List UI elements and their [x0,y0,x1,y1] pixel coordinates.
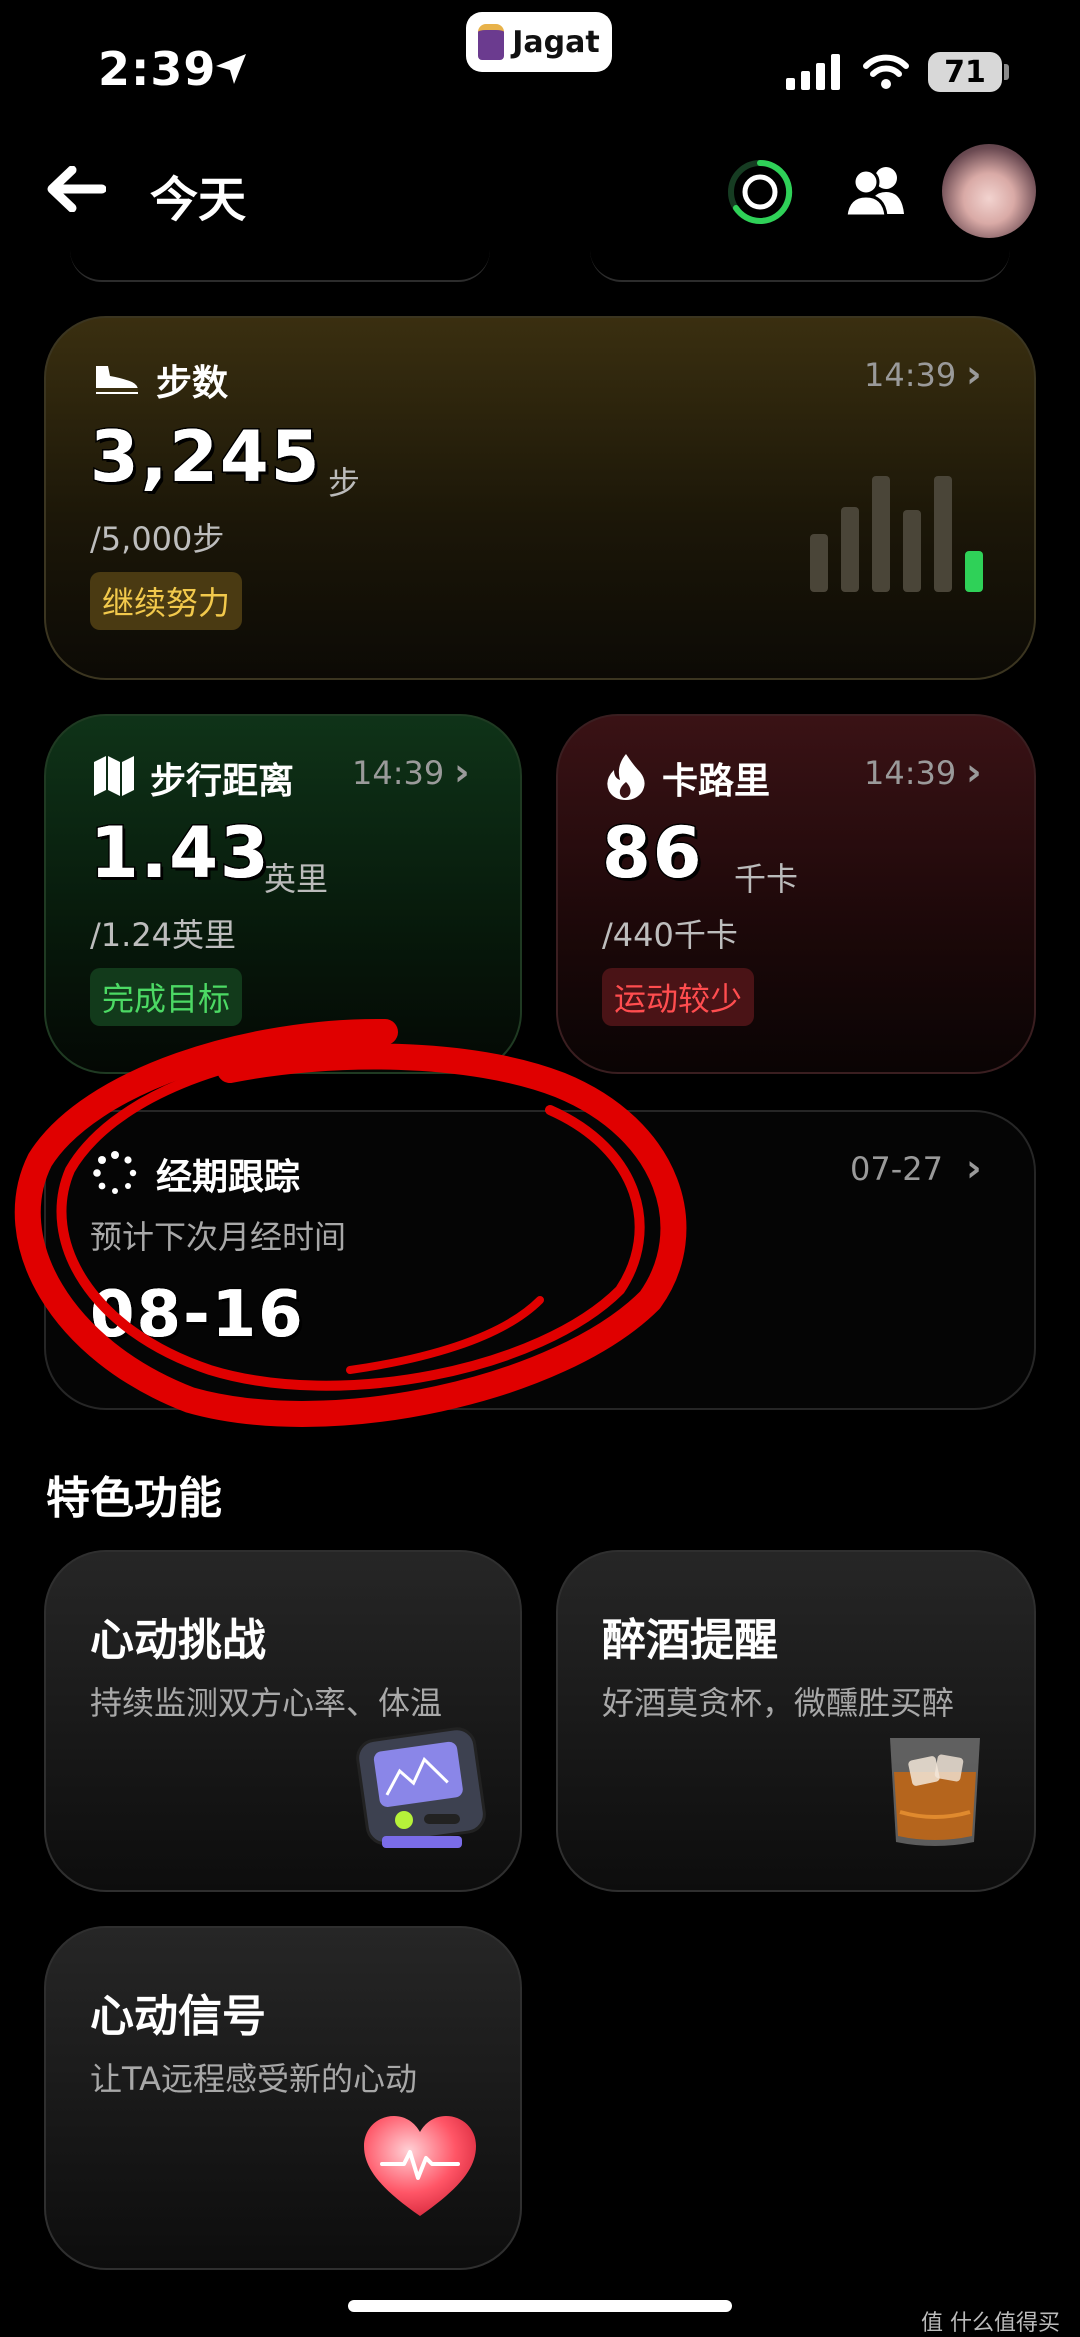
battery-tip [1004,64,1009,80]
period-date: 07-27 [850,1150,943,1188]
previous-card-edge-left [70,250,490,282]
page-title: 今天 [150,172,247,228]
feature-title: 心动挑战 [90,1615,266,1666]
steps-mini-chart [810,468,1010,592]
distance-value: 1.43 [89,811,271,896]
previous-card-edge-right [590,250,1010,282]
chevron-right-icon: › [966,750,982,794]
feature-card-drinking-reminder[interactable]: 醉酒提醒 好酒莫贪杯，微醺胜买醉 [556,1550,1036,1892]
app-pill-label: Jagat [512,24,600,60]
feature-subtitle: 让TA远程感受新的心动 [90,2060,417,2098]
distance-unit: 英里 [264,860,329,898]
steps-status-badge: 继续努力 [90,572,243,630]
calories-unit: 千卡 [734,860,799,898]
home-indicator[interactable] [348,2300,732,2312]
steps-unit: 步 [328,464,361,502]
steps-bar [872,476,890,592]
steps-bar [810,534,828,592]
sneaker-icon [96,366,138,394]
heart-pulse-icon [364,2116,476,2216]
distance-goal: /1.24英里 [90,916,237,954]
feature-title: 心动信号 [90,1991,266,2042]
flame-icon [607,754,645,800]
watermark: 值 什么值得买 [921,2311,1060,2336]
steps-bar [841,507,859,592]
steps-bar [965,551,983,592]
monitor-device-icon [356,1727,486,1848]
calories-label: 卡路里 [662,761,771,802]
feature-subtitle: 好酒莫贪杯，微醺胜买醉 [602,1684,955,1722]
steps-goal: /5,000步 [90,520,225,558]
avatar[interactable] [942,144,1036,238]
chevron-right-icon: › [454,750,470,794]
location-arrow-icon [216,54,246,84]
chevron-right-icon: › [966,1146,982,1190]
calories-value: 86 [600,811,704,896]
calories-goal: /440千卡 [602,916,738,954]
steps-label: 步数 [156,363,229,404]
back-arrow-icon[interactable] [46,166,106,212]
steps-bar [903,510,921,592]
steps-time: 14:39 [864,356,957,394]
app-pill[interactable]: Jagat [466,12,612,72]
feature-card-heartbeat-challenge[interactable]: 心动挑战 持续监测双方心率、体温 [44,1550,522,1892]
battery-indicator: 71 [928,52,1002,92]
distance-label: 步行距离 [150,761,295,802]
map-icon [94,756,134,796]
jagat-logo-icon [478,24,505,60]
features-section-title: 特色功能 [46,1473,222,1524]
friends-icon[interactable] [846,164,906,216]
feature-subtitle: 持续监测双方心率、体温 [90,1684,443,1722]
cellular-signal-icon [786,54,840,90]
steps-bar [934,476,952,592]
feature-card-heartbeat-signal[interactable]: 心动信号 让TA远程感受新的心动 [44,1926,522,2270]
activity-ring-icon[interactable] [726,158,794,226]
whiskey-glass-icon [890,1738,980,1846]
steps-card[interactable]: 步数 14:39 › 3,245 步 /5,000步 继续努力 [44,316,1036,680]
distance-time: 14:39 [352,754,445,792]
chevron-right-icon: › [966,352,982,396]
calories-time: 14:39 [864,754,957,792]
red-circle-annotation [14,1018,687,1427]
steps-value: 3,245 [88,415,322,500]
status-time: 2:39 [98,42,217,96]
wifi-icon [863,54,909,89]
feature-title: 醉酒提醒 [602,1615,778,1666]
